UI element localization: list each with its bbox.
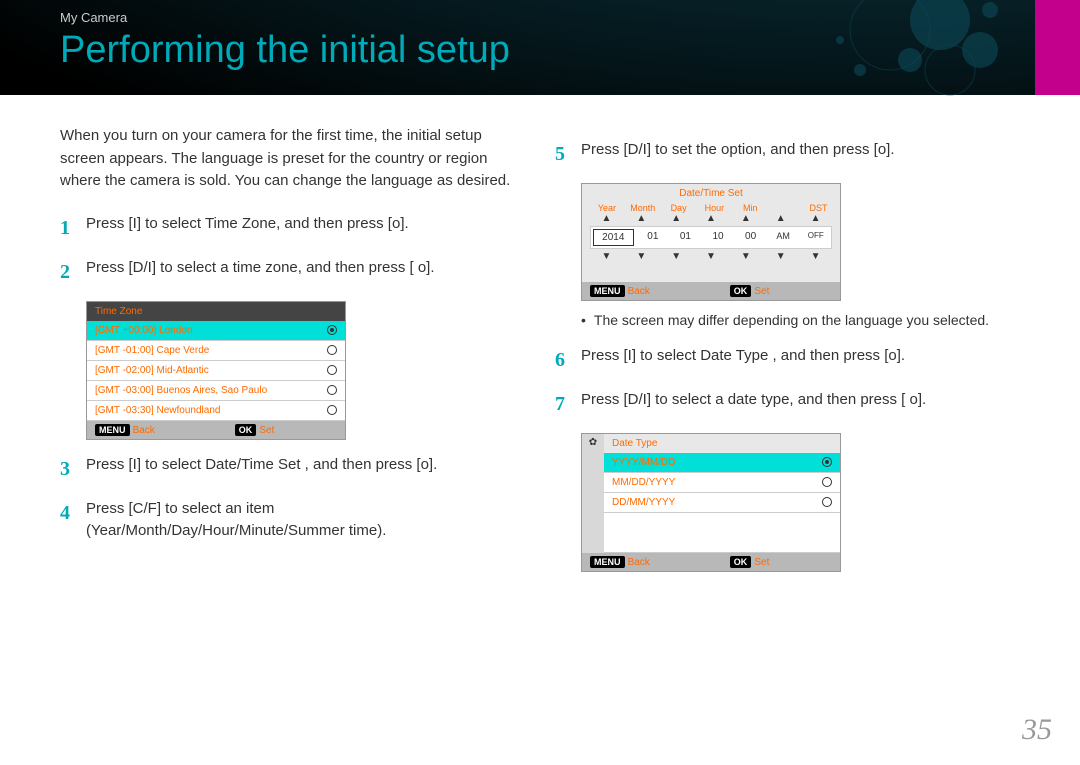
column-labels: Year Month Day Hour Min DST [582,203,840,213]
row-label: [GMT -02:00] Mid-Atlantic [95,365,327,376]
datetype-row[interactable]: MM/DD/YYYY [604,473,840,493]
min-value: 00 [735,231,766,244]
value-row[interactable]: 2014 01 01 10 00 AM OFF [590,226,832,249]
page-number: 35 [1022,713,1052,747]
radio-icon [822,457,832,467]
radio-icon [327,405,337,415]
timezone-row[interactable]: [GMT -03:00] Buenos Aires, Sao Paulo [87,381,345,401]
timezone-row[interactable]: [GMT -01:00] Cape Verde [87,341,345,361]
step-text: Press [I] to select Time Zone, and then … [86,213,525,243]
radio-icon [327,325,337,335]
back-label: Back [628,557,650,568]
step-2: 2 Press [D/I] to select a time zone, and… [60,257,525,287]
screen-title: Date/Time Set [582,184,840,203]
col-label: DST [805,203,832,213]
down-arrows: ▼▼▼▼▼▼▼ [582,251,840,262]
radio-icon [822,497,832,507]
ok-tag: OK [730,285,752,297]
step-text: Press [D/I] to select a date type, and t… [581,389,1020,419]
radio-icon [327,385,337,395]
note-text: The screen may differ depending on the l… [594,311,989,331]
step-text: Press [C/F] to select an item (Year/Mont… [86,498,525,543]
col-label: Min [733,203,767,213]
menu-tag: MENU [590,285,625,297]
page-title: Performing the initial setup [60,29,1020,72]
step-text: Press [D/I] to set the option, and then … [581,139,1020,169]
datetype-row[interactable]: DD/MM/YYYY [604,493,840,513]
screen-title: Time Zone [87,302,345,321]
left-column: When you turn on your camera for the fir… [60,125,525,582]
step-text: Press [I] to select Date/Time Set , and … [86,454,525,484]
step-text: Press [D/I] to select a time zone, and t… [86,257,525,287]
step-number: 1 [60,213,86,243]
step-1: 1 Press [I] to select Time Zone, and the… [60,213,525,243]
radio-icon [327,345,337,355]
row-label: [GMT +00:00] London [95,325,327,336]
up-arrows: ▲▲▲▲▲▲▲ [582,213,840,224]
datetype-row[interactable]: YYYY/MM/DD [604,453,840,473]
step-7: 7 Press [D/I] to select a date type, and… [555,389,1020,419]
screen-footer: MENU Back OK Set [87,421,345,439]
side-tabs: ✿ [582,434,604,553]
step-number: 4 [60,498,86,543]
note: • The screen may differ depending on the… [581,311,1020,331]
back-label: Back [628,286,650,297]
step-number: 6 [555,345,581,375]
step-number: 3 [60,454,86,484]
back-label: Back [133,425,155,436]
col-label: Hour [697,203,731,213]
timezone-screen: Time Zone [GMT +00:00] London [GMT -01:0… [86,301,346,440]
month-value: 01 [638,231,669,244]
step-text: Press [I] to select Date Type , and then… [581,345,1020,375]
bullet-icon: • [581,311,586,331]
dst-value: OFF [800,231,831,244]
hour-value: 10 [703,231,734,244]
screen-footer: MENU Back OK Set [582,553,840,571]
ampm-value: AM [768,231,799,244]
row-label: MM/DD/YYYY [612,477,822,488]
step-number: 7 [555,389,581,419]
row-label: YYYY/MM/DD [612,457,822,468]
ok-tag: OK [235,424,257,436]
col-label [769,203,803,213]
col-label: Day [662,203,696,213]
col-label: Year [590,203,624,213]
right-column: 5 Press [D/I] to set the option, and the… [555,125,1020,582]
blank-area [604,513,840,553]
step-number: 5 [555,139,581,169]
row-label: DD/MM/YYYY [612,497,822,508]
timezone-row[interactable]: [GMT +00:00] London [87,321,345,341]
screen-title: Date Type [604,434,840,453]
set-label: Set [259,425,274,436]
day-value: 01 [670,231,701,244]
datetype-screen: ✿ Date Type YYYY/MM/DD MM/DD/YYYY DD/MM/… [581,433,841,572]
menu-tag: MENU [590,556,625,568]
breadcrumb: My Camera [60,10,1020,25]
menu-tag: MENU [95,424,130,436]
accent-bar [1035,0,1080,95]
step-3: 3 Press [I] to select Date/Time Set , an… [60,454,525,484]
step-number: 2 [60,257,86,287]
row-label: [GMT -01:00] Cape Verde [95,345,327,356]
set-label: Set [754,286,769,297]
ok-tag: OK [730,556,752,568]
screen-footer: MENU Back OK Set [582,282,840,300]
set-label: Set [754,557,769,568]
step-4: 4 Press [C/F] to select an item (Year/Mo… [60,498,525,543]
timezone-row[interactable]: [GMT -02:00] Mid-Atlantic [87,361,345,381]
step-5: 5 Press [D/I] to set the option, and the… [555,139,1020,169]
gear-icon: ✿ [589,437,597,448]
content-area: When you turn on your camera for the fir… [0,95,1080,582]
col-label: Month [626,203,660,213]
row-label: [GMT -03:00] Buenos Aires, Sao Paulo [95,385,327,396]
radio-icon [327,365,337,375]
intro-text: When you turn on your camera for the fir… [60,125,525,193]
page-header: My Camera Performing the initial setup [0,0,1080,95]
datetime-screen: Date/Time Set Year Month Day Hour Min DS… [581,183,841,301]
step-6: 6 Press [I] to select Date Type , and th… [555,345,1020,375]
timezone-row[interactable]: [GMT -03:30] Newfoundland [87,401,345,421]
row-label: [GMT -03:30] Newfoundland [95,405,327,416]
year-value: 2014 [593,229,634,246]
radio-icon [822,477,832,487]
